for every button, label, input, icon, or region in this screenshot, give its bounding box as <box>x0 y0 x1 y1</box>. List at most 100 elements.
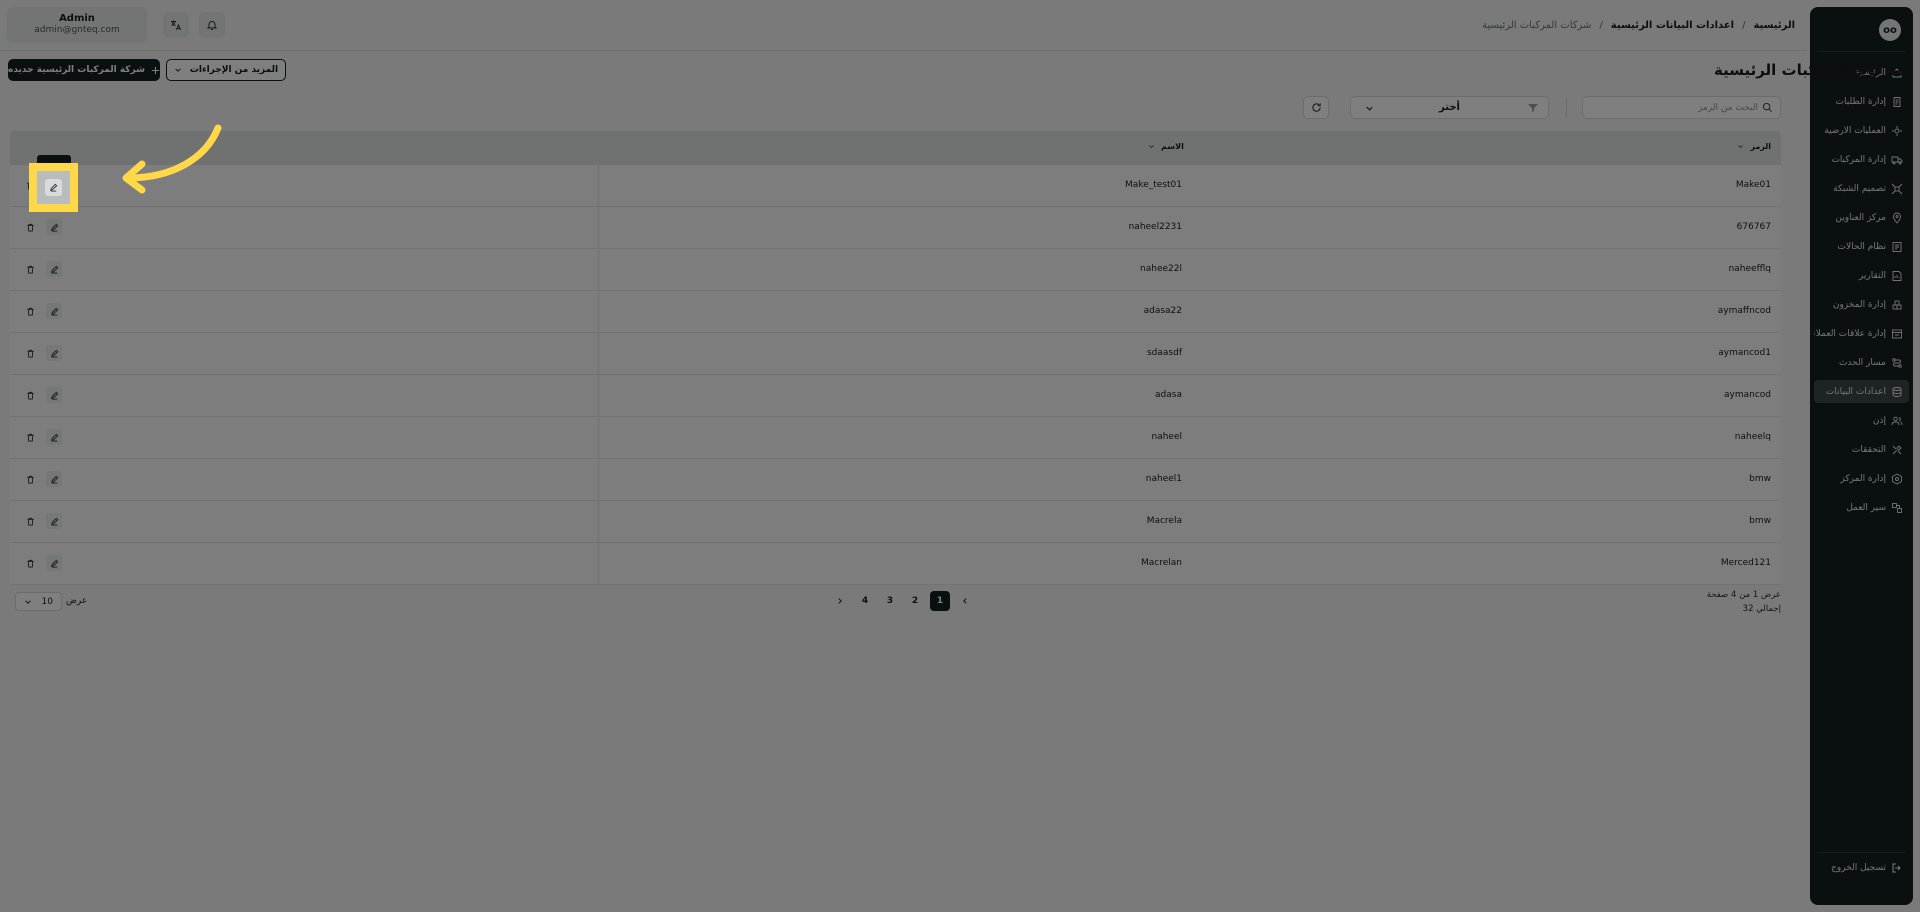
edit-button[interactable] <box>46 471 62 487</box>
pencil-icon <box>50 475 58 484</box>
page-size-select[interactable]: 10 <box>15 592 62 611</box>
sidebar-item-label: إدارة المركز <box>1840 473 1886 484</box>
refresh-icon <box>1311 103 1321 112</box>
edit-button[interactable] <box>46 261 62 277</box>
sidebar-item-label: سير العمل <box>1846 502 1886 513</box>
location-icon <box>1891 212 1903 224</box>
sidebar-item[interactable]: إدارة المركز <box>1814 467 1909 490</box>
edit-button[interactable] <box>46 345 62 361</box>
sidebar-item[interactable]: التحققات <box>1814 438 1909 461</box>
column-header-code[interactable]: الرمز <box>1737 142 1771 151</box>
cell-code: aymancod <box>1724 390 1771 400</box>
status-icon <box>1891 241 1903 253</box>
pencil-icon <box>50 223 58 232</box>
filter-select-label: أختر <box>1439 102 1460 113</box>
page-button[interactable]: 2 <box>905 591 925 611</box>
table-row: naheefflq nahee22l <box>10 249 1781 291</box>
pencil-icon <box>50 307 58 316</box>
delete-button[interactable] <box>22 471 38 487</box>
delete-button[interactable] <box>22 387 38 403</box>
sidebar-item[interactable]: إدارة الطلبات <box>1814 90 1909 113</box>
prev-page-button[interactable] <box>955 591 975 611</box>
delete-button[interactable] <box>22 555 38 571</box>
breadcrumb-master-data[interactable]: اعدادات البيانات الرئيسية <box>1611 20 1734 31</box>
sidebar-item-label: تصميم الشبكة <box>1833 183 1886 194</box>
delete-button[interactable] <box>22 303 38 319</box>
sidebar-item-label: التقارير <box>1858 270 1886 281</box>
sidebar-item[interactable]: مسار الحدث <box>1814 351 1909 374</box>
filter-select[interactable]: أختر <box>1350 96 1549 119</box>
trash-icon <box>26 517 34 526</box>
cell-name: Macrelan <box>1141 558 1182 568</box>
route-icon <box>1891 357 1903 369</box>
cell-name: adasa <box>1155 390 1182 400</box>
sidebar-divider-bottom <box>1818 852 1905 853</box>
highlighted-edit-button[interactable] <box>29 163 78 212</box>
breadcrumb-sep: / <box>1742 20 1746 31</box>
delete-button[interactable] <box>22 345 38 361</box>
sidebar-item-label: اعدادات البيانات <box>1825 386 1886 397</box>
notifications-button[interactable] <box>199 12 225 38</box>
user-menu[interactable]: Admin admin@gnteq.com <box>7 7 147 43</box>
next-page-button[interactable] <box>830 591 850 611</box>
sidebar-item[interactable]: مركز العناوين <box>1814 206 1909 229</box>
column-divider <box>598 459 599 500</box>
logout-button[interactable]: تسجيل الخروج <box>1814 856 1909 879</box>
delete-button[interactable] <box>22 513 38 529</box>
sidebar-item-label: إدارة علاقات العملاء <box>1814 328 1886 339</box>
column-divider <box>598 291 599 332</box>
sidebar-item[interactable]: سير العمل <box>1814 496 1909 519</box>
sidebar-item[interactable]: العمليات الارضية <box>1814 119 1909 142</box>
sidebar-item-label: مسار الحدث <box>1838 357 1886 368</box>
network-icon <box>1891 183 1903 195</box>
more-actions-button[interactable]: المزيد من الإجراءات <box>166 59 286 81</box>
chevron-down-icon <box>25 599 31 604</box>
sidebar-item[interactable]: إدارة المركبات <box>1814 148 1909 171</box>
annotation-arrow <box>122 124 222 194</box>
edit-button-highlight-inner <box>45 179 62 196</box>
search-input[interactable] <box>1593 97 1758 118</box>
edit-button[interactable] <box>46 429 62 445</box>
sidebar-item[interactable]: التقارير <box>1814 264 1909 287</box>
database-icon <box>1891 386 1903 398</box>
delete-button[interactable] <box>22 429 38 445</box>
trash-icon <box>26 223 34 232</box>
cell-name: sdaasdf <box>1146 348 1182 358</box>
refresh-button[interactable] <box>1303 96 1329 119</box>
pagination-total-text: إجمالي 32 <box>1742 604 1781 614</box>
logout-label: تسجيل الخروج <box>1831 862 1886 873</box>
language-button[interactable] <box>163 12 189 38</box>
edit-button[interactable] <box>46 387 62 403</box>
sidebar-item[interactable]: تصميم الشبكة <box>1814 177 1909 200</box>
page-button[interactable]: 1 <box>930 591 950 611</box>
cell-code: naheefflq <box>1728 264 1771 274</box>
column-header-name[interactable]: الاسم <box>1148 142 1184 151</box>
pencil-icon <box>50 391 58 400</box>
trash-icon <box>26 559 34 568</box>
breadcrumb-home[interactable]: الرئيسية <box>1753 20 1795 31</box>
edit-button[interactable] <box>46 555 62 571</box>
next-page-icon <box>838 598 842 604</box>
app-logo[interactable]: oo <box>1879 19 1901 41</box>
tools-icon <box>1891 444 1903 456</box>
vehicle-makes-table: الرمز الاسم Make01 Make_test01 676767 nahee… <box>10 131 1781 585</box>
sidebar-item[interactable]: إذن <box>1814 409 1909 432</box>
page-button[interactable]: 4 <box>855 591 875 611</box>
page-button[interactable]: 3 <box>880 591 900 611</box>
sidebar-item[interactable]: نظام الحالات <box>1814 235 1909 258</box>
edit-button[interactable] <box>46 513 62 529</box>
trash-icon <box>26 307 34 316</box>
table-row: bmw Macrela <box>10 501 1781 543</box>
table-row: Merced121 Macrelan <box>10 543 1781 585</box>
sidebar-item[interactable]: إدارة علاقات العملاء <box>1814 322 1909 345</box>
trash-icon <box>26 349 34 358</box>
sidebar-item[interactable]: إدارة المخزون <box>1814 293 1909 316</box>
delete-button[interactable] <box>22 219 38 235</box>
search-icon <box>1762 102 1773 113</box>
new-vehicle-make-button[interactable]: شركة المركبات الرئيسية جديده <box>8 59 160 81</box>
sidebar-nav: الرئيسية إدارة الطلبات العمليات الارضية إدا… <box>1814 61 1909 525</box>
delete-button[interactable] <box>22 261 38 277</box>
edit-button[interactable] <box>46 219 62 235</box>
edit-button[interactable] <box>46 303 62 319</box>
sidebar-item[interactable]: اعدادات البيانات <box>1814 380 1909 403</box>
